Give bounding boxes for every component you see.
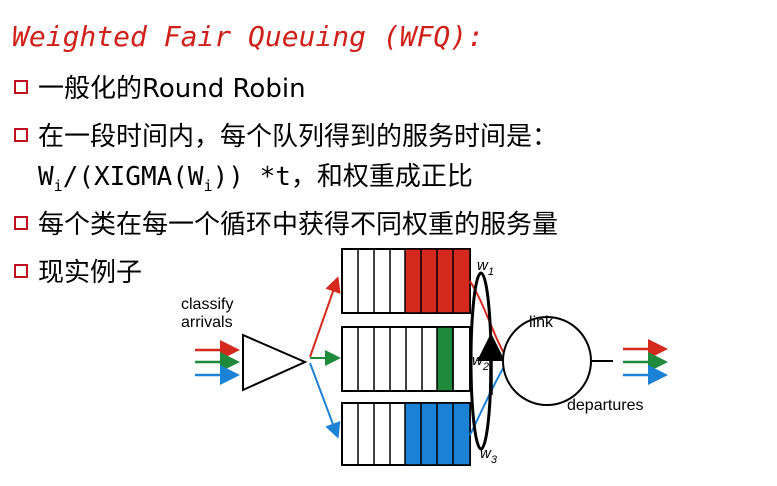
bullet-3: 每个类在每一个循环中获得不同权重的服务量 bbox=[14, 204, 558, 241]
formula-mid: /(XIGMA(W bbox=[62, 162, 204, 192]
bullet-3-text: 每个类在每一个循环中获得不同权重的服务量 bbox=[38, 210, 559, 240]
formula-line: Wi/(XIGMA(Wi)) *t，和权重成正比 bbox=[38, 156, 473, 195]
bullet-1: 一般化的Round Robin bbox=[14, 68, 306, 105]
arrivals-label: arrivals bbox=[181, 314, 233, 331]
bullet-4-text: 现实例子 bbox=[38, 258, 143, 288]
formula-sub1: i bbox=[53, 177, 63, 196]
classifier-triangle bbox=[242, 333, 308, 392]
bullet-square-icon bbox=[14, 263, 28, 278]
bullet-square-icon bbox=[14, 79, 28, 94]
bullet-4: 现实例子 bbox=[14, 252, 142, 289]
link-label: link bbox=[529, 314, 554, 331]
weight-2: w2 bbox=[472, 352, 489, 373]
queue-1 bbox=[341, 248, 471, 314]
bullet-2: 在一段时间内，每个队列得到的服务时间是： bbox=[14, 116, 558, 153]
departures-label: departures bbox=[567, 397, 644, 414]
formula-w1: W bbox=[38, 162, 54, 192]
to-queue1-arrow bbox=[309, 276, 341, 358]
bullet-square-icon bbox=[14, 215, 28, 230]
to-queue3-arrow bbox=[309, 362, 341, 439]
slide-title: Weighted Fair Queuing (WFQ): bbox=[12, 20, 485, 53]
formula-end: )) *t，和权重成正比 bbox=[212, 162, 473, 192]
wfq-diagram: classify arrivals w1 w2 w3 link departur… bbox=[181, 248, 668, 466]
queue-3 bbox=[341, 402, 471, 466]
bullet-square-icon bbox=[14, 127, 28, 142]
bullet-1-text: 一般化的Round Robin bbox=[38, 74, 306, 104]
formula-sub2: i bbox=[203, 177, 213, 196]
bullet-2-text: 在一段时间内，每个队列得到的服务时间是： bbox=[38, 122, 559, 152]
queue-2 bbox=[341, 326, 471, 392]
weight-3: w3 bbox=[480, 445, 498, 466]
classify-label: classify bbox=[181, 296, 233, 313]
